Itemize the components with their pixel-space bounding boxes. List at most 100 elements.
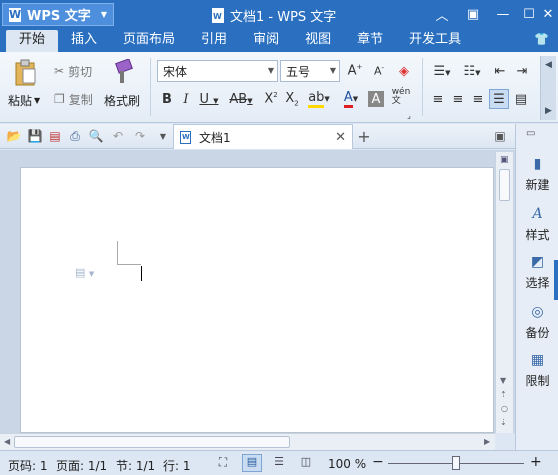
shrink-font-button[interactable]: A- bbox=[369, 61, 389, 81]
save-icon[interactable]: 💾 bbox=[27, 128, 43, 144]
web-view-icon[interactable]: ◫ bbox=[297, 455, 315, 471]
customize-toolbar-icon[interactable]: ▼ bbox=[155, 128, 171, 144]
close-tab-icon[interactable]: ✕ bbox=[335, 130, 346, 145]
bold-button[interactable]: B bbox=[157, 89, 177, 109]
tab-page-layout[interactable]: 页面布局 bbox=[110, 30, 188, 52]
highlight-button[interactable]: ab ▼ bbox=[305, 89, 333, 109]
paragraph-handle-icon[interactable]: ▤ ▼ bbox=[75, 266, 94, 279]
redo-icon[interactable]: ↷ bbox=[132, 128, 148, 144]
pane-menu-icon[interactable]: ▭ bbox=[526, 128, 535, 139]
open-icon[interactable]: 📂 bbox=[6, 128, 22, 144]
superscript-button[interactable]: X2 bbox=[261, 89, 281, 109]
justify-button[interactable]: ☰ bbox=[489, 89, 509, 109]
browse-object-icon[interactable]: ○ bbox=[501, 404, 508, 413]
hscroll-thumb[interactable] bbox=[14, 436, 290, 448]
skin-icon: ▣ bbox=[466, 6, 480, 22]
new-doc-button[interactable]: ▮ 新建 bbox=[516, 156, 558, 193]
page-view-icon[interactable]: ▤ bbox=[242, 454, 262, 472]
align-right-button[interactable]: ≡ bbox=[468, 89, 488, 109]
italic-icon: I bbox=[183, 91, 189, 107]
grow-font-icon: A+ bbox=[347, 63, 363, 79]
scroll-left-icon[interactable]: ◀ bbox=[4, 437, 10, 446]
phonetic-button[interactable]: wén 文 bbox=[388, 87, 414, 107]
prev-page-icon[interactable]: ⇡ bbox=[500, 390, 507, 399]
tab-list-icon[interactable]: ▣ bbox=[492, 128, 508, 144]
cut-button[interactable]: ✂ 剪切 bbox=[54, 63, 92, 79]
numbered-list-icon: ☷▼ bbox=[463, 63, 481, 79]
font-size-select[interactable]: 五号 ▼ bbox=[280, 60, 340, 82]
zoom-slider-thumb[interactable] bbox=[452, 456, 460, 470]
status-section[interactable]: 节: 1/1 bbox=[116, 457, 155, 474]
backup-button[interactable]: ◎ 备份 bbox=[516, 304, 558, 341]
grow-font-button[interactable]: A+ bbox=[345, 61, 365, 81]
tab-home[interactable]: 开始 bbox=[6, 30, 59, 52]
zoom-level[interactable]: 100 % bbox=[328, 457, 366, 471]
strikethrough-button[interactable]: AB▼ bbox=[226, 89, 256, 109]
horizontal-scrollbar[interactable]: ◀ ▶ bbox=[0, 433, 495, 450]
skin-button[interactable]: ▣ bbox=[462, 4, 484, 24]
format-painter-button[interactable]: 格式刷 bbox=[104, 92, 140, 108]
font-dialog-launcher[interactable]: ⌟ bbox=[404, 110, 414, 120]
print-icon[interactable]: ⎙ bbox=[67, 128, 83, 144]
select-button[interactable]: ◩ 选择 bbox=[516, 254, 558, 291]
scroll-thumb[interactable] bbox=[499, 169, 510, 201]
next-page-icon[interactable]: ⇣ bbox=[500, 418, 507, 427]
decrease-indent-button[interactable]: ⇤ bbox=[490, 61, 510, 81]
margin-marker bbox=[117, 241, 118, 265]
close-button[interactable]: ✕ bbox=[537, 4, 558, 24]
italic-button[interactable]: I bbox=[176, 89, 196, 109]
font-family-select[interactable]: 宋体 ▼ bbox=[157, 60, 278, 82]
ruler-toggle-icon[interactable]: ▣ bbox=[500, 155, 509, 165]
scroll-right-icon[interactable]: ▶ bbox=[484, 437, 490, 446]
status-line[interactable]: 行: 1 bbox=[163, 457, 191, 474]
tab-insert[interactable]: 插入 bbox=[58, 30, 110, 52]
format-painter-icon[interactable] bbox=[110, 58, 136, 86]
print-preview-icon[interactable]: 🔍 bbox=[88, 128, 104, 144]
shrink-font-icon: A- bbox=[373, 64, 385, 78]
app-name: WPS 文字 bbox=[27, 9, 91, 24]
clear-format-button[interactable]: ◈ bbox=[394, 61, 414, 81]
zoom-out-icon[interactable]: − bbox=[372, 454, 384, 470]
increase-indent-button[interactable]: ⇥ bbox=[512, 61, 532, 81]
char-shading-button[interactable]: A bbox=[368, 91, 384, 107]
document-tab[interactable]: 文档1 ✕ bbox=[173, 124, 353, 149]
bullet-list-icon: ☰▼ bbox=[433, 63, 451, 79]
paste-label[interactable]: 粘贴 ▼ bbox=[8, 92, 40, 108]
subscript-button[interactable]: X2 bbox=[282, 89, 302, 109]
status-page[interactable]: 页码: 1 bbox=[8, 457, 48, 474]
undo-icon[interactable]: ↶ bbox=[110, 128, 126, 144]
pane-collapse-handle[interactable] bbox=[554, 260, 558, 300]
outline-view-icon[interactable]: ☰ bbox=[270, 455, 288, 471]
numbered-list-button[interactable]: ☷▼ bbox=[458, 61, 486, 81]
app-menu-button[interactable]: W WPS 文字 ▼ bbox=[2, 3, 114, 26]
minimize-button[interactable]: — bbox=[492, 4, 514, 24]
tab-developer[interactable]: 开发工具 bbox=[396, 30, 474, 52]
fullscreen-icon[interactable]: ⛶ bbox=[214, 455, 232, 471]
scroll-down-icon[interactable]: ▼ bbox=[500, 376, 506, 385]
styles-button[interactable]: A 样式 bbox=[516, 206, 558, 243]
font-color-button[interactable]: A ▼ bbox=[337, 89, 365, 109]
underline-button[interactable]: U ▼ bbox=[196, 89, 222, 109]
zoom-in-icon[interactable]: + bbox=[530, 454, 542, 470]
export-pdf-icon[interactable]: ▤ bbox=[47, 128, 63, 144]
restrict-button[interactable]: ▦ 限制 bbox=[516, 352, 558, 389]
bullet-list-button[interactable]: ☰▼ bbox=[428, 61, 456, 81]
document-page[interactable]: ▤ ▼ bbox=[20, 167, 494, 433]
vertical-scrollbar[interactable]: ▣ ▼ ⇡ ○ ⇣ bbox=[495, 152, 513, 433]
new-tab-button[interactable]: + bbox=[356, 127, 372, 146]
clipboard-icon bbox=[15, 59, 36, 86]
copy-button[interactable]: ❐ 复制 bbox=[54, 91, 93, 107]
indent-icon: ⇥ bbox=[516, 63, 528, 79]
tab-review[interactable]: 审阅 bbox=[240, 30, 292, 52]
tab-chapter[interactable]: 章节 bbox=[344, 30, 396, 52]
tab-view[interactable]: 视图 bbox=[292, 30, 344, 52]
ribbon-scroll[interactable]: ◀ ▶ bbox=[540, 56, 556, 120]
paste-button[interactable] bbox=[12, 58, 40, 88]
status-pages[interactable]: 页面: 1/1 bbox=[56, 457, 107, 474]
tab-references[interactable]: 引用 bbox=[188, 30, 240, 52]
distributed-button[interactable]: ▤ bbox=[511, 89, 531, 109]
align-center-button[interactable]: ≡ bbox=[448, 89, 468, 109]
collapse-ribbon-button[interactable]: ︿ bbox=[431, 4, 453, 24]
align-left-button[interactable]: ≡ bbox=[428, 89, 448, 109]
shirt-icon[interactable]: 👕 bbox=[534, 32, 550, 48]
